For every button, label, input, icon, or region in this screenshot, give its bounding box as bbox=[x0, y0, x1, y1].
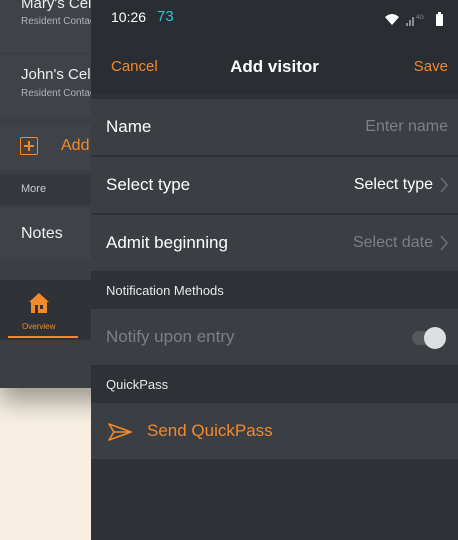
admit-label: Admit beginning bbox=[106, 233, 228, 252]
send-quickpass-row[interactable]: Send QuickPass bbox=[91, 403, 458, 459]
toggle-knob bbox=[424, 327, 446, 349]
add-label: Add bbox=[61, 137, 90, 154]
signal-icon: 4G bbox=[406, 15, 424, 26]
status-icons: 4G bbox=[384, 12, 446, 33]
add-square-icon bbox=[20, 137, 38, 155]
name-row[interactable]: Name Enter name bbox=[91, 99, 458, 155]
add-visitor-screen: 10:26 73 4G Add visitor Cancel Save Name… bbox=[91, 0, 458, 540]
status-bar: 10:26 73 4G bbox=[91, 0, 458, 40]
contact-name: Mary's Cell bbox=[21, 0, 95, 12]
cancel-button[interactable]: Cancel bbox=[111, 58, 158, 75]
wifi-icon bbox=[385, 14, 399, 25]
network-label: 4G bbox=[416, 15, 424, 21]
nav-bar: Add visitor Cancel Save bbox=[91, 40, 458, 94]
type-value: Select type bbox=[353, 176, 433, 193]
notes-label: Notes bbox=[21, 225, 63, 242]
status-number: 73 bbox=[157, 8, 174, 25]
quickpass-header: QuickPass bbox=[91, 366, 458, 402]
save-button[interactable]: Save bbox=[414, 58, 448, 75]
chevron-right-icon bbox=[440, 177, 448, 193]
house-icon[interactable] bbox=[28, 292, 50, 319]
contact-subtitle: Resident Contact bbox=[21, 88, 98, 99]
contact-name: John's Cell bbox=[21, 66, 94, 83]
notification-methods-header: Notification Methods bbox=[91, 272, 458, 308]
active-tab-indicator bbox=[8, 336, 78, 338]
name-label: Name bbox=[106, 117, 152, 136]
send-quickpass-button[interactable]: Send QuickPass bbox=[147, 421, 273, 441]
name-input[interactable]: Enter name bbox=[365, 118, 448, 136]
notify-label: Notify upon entry bbox=[106, 327, 235, 346]
notify-upon-entry-row: Notify upon entry bbox=[91, 309, 458, 365]
status-time: 10:26 bbox=[111, 9, 147, 25]
select-type-row[interactable]: Select type Select type bbox=[91, 157, 458, 213]
admit-beginning-row[interactable]: Admit beginning Select date bbox=[91, 215, 458, 271]
section-title: Notification Methods bbox=[106, 283, 224, 298]
tab-overview[interactable]: Overview bbox=[22, 322, 55, 331]
section-label: More bbox=[21, 183, 47, 195]
type-label: Select type bbox=[106, 175, 191, 194]
battery-icon bbox=[436, 12, 443, 26]
chevron-right-icon bbox=[440, 235, 448, 251]
notify-toggle[interactable] bbox=[412, 327, 446, 349]
contact-subtitle: Resident Contact bbox=[21, 16, 98, 27]
paper-plane-icon bbox=[108, 423, 132, 441]
section-title: QuickPass bbox=[106, 377, 169, 392]
admit-date-value: Select date bbox=[352, 234, 433, 251]
